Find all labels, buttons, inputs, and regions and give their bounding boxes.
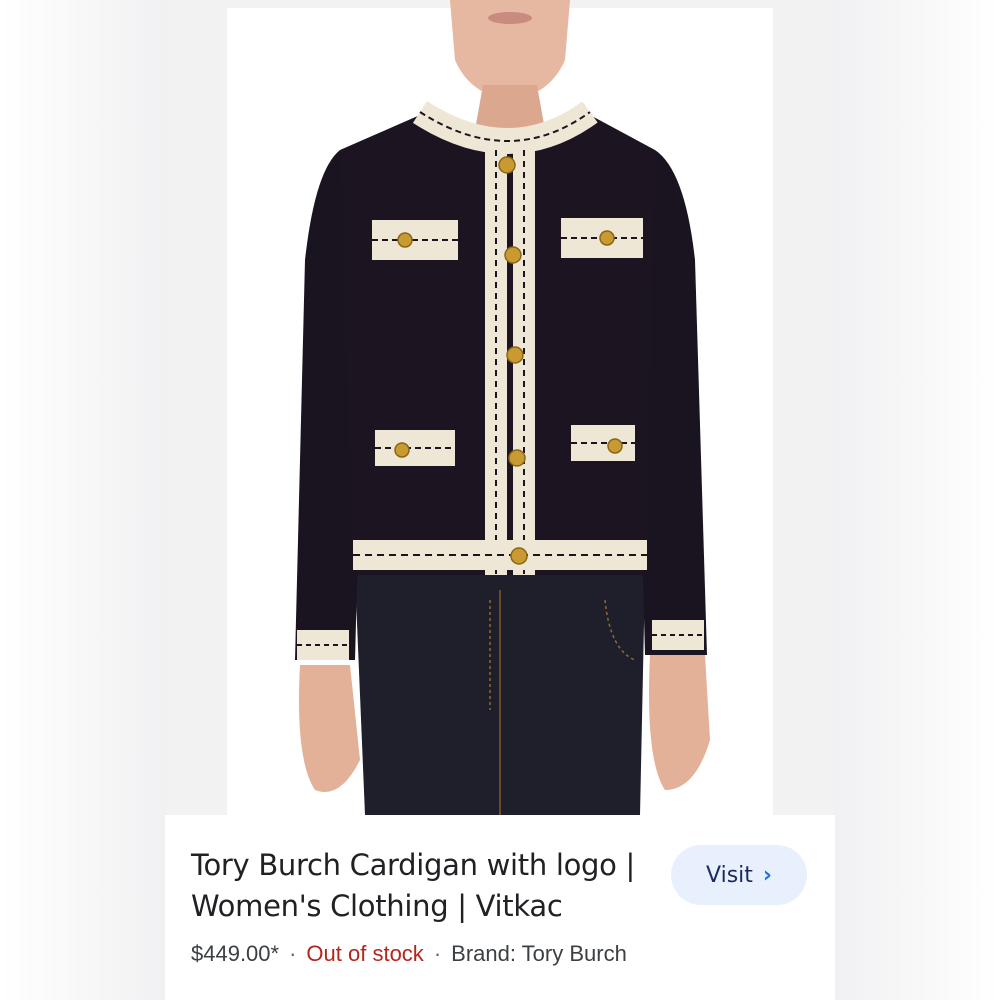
left-hand (299, 665, 360, 792)
product-title-line-2[interactable]: Women's Clothing | Vitkac (191, 886, 651, 927)
visit-label: Visit (706, 862, 753, 888)
product-info: Tory Burch Cardigan with logo | Women's … (165, 815, 835, 1000)
neck (475, 85, 545, 130)
stock-status: Out of stock (306, 941, 424, 966)
chevron-right-icon: › (762, 862, 772, 888)
visit-button[interactable]: Visit › (671, 845, 807, 905)
left-margin (0, 0, 165, 1000)
separator-dot: · (433, 941, 442, 966)
product-title[interactable]: Tory Burch Cardigan with logo | Women's … (191, 845, 651, 927)
lips (488, 12, 532, 24)
right-margin (835, 0, 1000, 1000)
right-hand (649, 655, 710, 790)
product-brand: Brand: Tory Burch (451, 941, 627, 966)
product-meta: $449.00* · Out of stock · Brand: Tory Burch (191, 941, 627, 967)
product-price: $449.00* (191, 941, 280, 966)
cardigan-photo-icon (295, 0, 710, 815)
separator-dot: · (289, 941, 297, 966)
right-cuff (652, 620, 704, 650)
left-cuff (297, 630, 349, 660)
product-image[interactable] (165, 0, 835, 815)
product-card: Tory Burch Cardigan with logo | Women's … (165, 0, 835, 1000)
product-title-line-1[interactable]: Tory Burch Cardigan with logo | (191, 845, 651, 886)
